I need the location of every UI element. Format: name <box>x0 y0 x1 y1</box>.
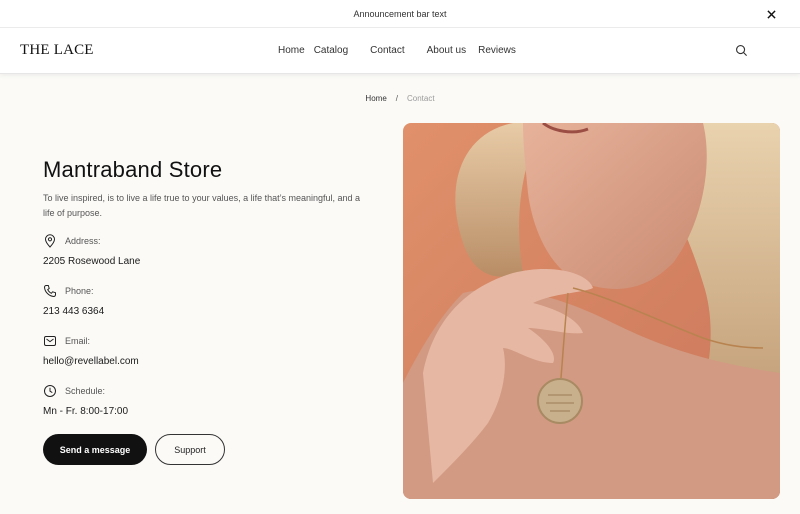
nav-item-about-us[interactable]: About us <box>427 45 466 56</box>
phone-value[interactable]: 213 443 6364 <box>43 306 104 317</box>
nav-item-catalog[interactable]: Catalog <box>314 45 348 56</box>
location-pin-icon <box>43 234 57 248</box>
phone-block: Phone: 213 443 6364 <box>43 284 104 317</box>
send-message-button[interactable]: Send a message <box>43 434 147 465</box>
main-nav: Home Catalog Contact About us Reviews <box>278 45 516 56</box>
site-header: THE LACE Home Catalog Contact About us R… <box>0 28 800 74</box>
email-value[interactable]: hello@revellabel.com <box>43 356 139 367</box>
store-photo <box>403 123 780 499</box>
phone-label: Phone: <box>65 286 94 296</box>
support-button[interactable]: Support <box>155 434 225 465</box>
address-label: Address: <box>65 236 101 246</box>
close-icon[interactable] <box>764 7 778 21</box>
breadcrumb: Home / Contact <box>0 94 800 103</box>
breadcrumb-current: Contact <box>407 94 435 103</box>
schedule-block: Schedule: Mn - Fr. 8:00-17:00 <box>43 384 128 417</box>
breadcrumb-separator: / <box>395 94 398 103</box>
envelope-icon <box>43 334 57 348</box>
nav-item-home[interactable]: Home <box>278 45 305 56</box>
nav-item-reviews[interactable]: Reviews <box>478 45 516 56</box>
nav-item-contact[interactable]: Contact <box>370 45 404 56</box>
logo[interactable]: THE LACE <box>20 42 94 59</box>
phone-icon <box>43 284 57 298</box>
address-block: Address: 2205 Rosewood Lane <box>43 234 140 267</box>
email-block: Email: hello@revellabel.com <box>43 334 139 367</box>
breadcrumb-home[interactable]: Home <box>365 94 386 103</box>
announcement-text: Announcement bar text <box>353 8 447 19</box>
email-label: Email: <box>65 336 91 346</box>
address-value: 2205 Rosewood Lane <box>43 256 141 267</box>
page-title: Mantraband Store <box>43 157 223 182</box>
store-description: To live inspired, is to live a life true… <box>43 193 361 218</box>
search-icon[interactable] <box>735 44 749 58</box>
schedule-value: Mn - Fr. 8:00-17:00 <box>43 406 129 417</box>
schedule-label: Schedule: <box>65 386 106 396</box>
clock-icon <box>43 384 57 398</box>
announcement-bar: Announcement bar text <box>0 0 800 28</box>
